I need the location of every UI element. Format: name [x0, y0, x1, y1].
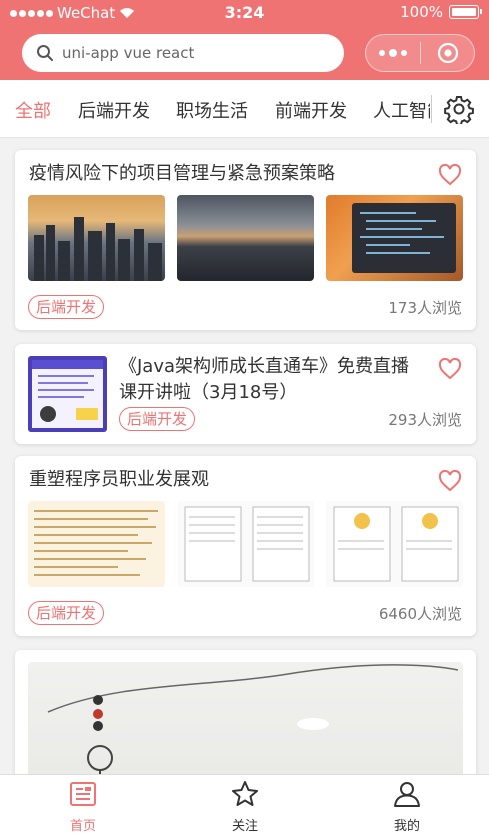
article-thumbnail: [28, 356, 107, 432]
article-card[interactable]: 重塑程序员职业发展观 后端开发 6460人浏览: [15, 456, 476, 636]
more-menu-button[interactable]: [366, 48, 420, 57]
tabs-divider: [431, 95, 432, 123]
search-input[interactable]: uni-app vue react: [22, 34, 344, 72]
article-title: 《Java架构师成长直通车》免费直播课开讲啦（3月18号）: [119, 356, 410, 403]
tab-career[interactable]: 职场生活: [176, 97, 248, 123]
view-count: 173人浏览: [388, 299, 462, 317]
article-thumbnail: [177, 195, 314, 281]
tabbar-profile-label: 我的: [393, 819, 420, 833]
article-title: 疫情风险下的项目管理与紧急预案策略: [29, 163, 335, 184]
search-placeholder: uni-app vue react: [62, 44, 195, 62]
favorite-button[interactable]: [438, 163, 462, 190]
article-thumbnail: [177, 501, 314, 587]
battery-percent: 100%: [400, 3, 443, 21]
tab-scroll[interactable]: 全部 后端开发 职场生活 前端开发 人工智能: [0, 80, 430, 138]
favorite-button[interactable]: [438, 469, 462, 496]
header: WeChat 3:24 100% uni-app vue react: [0, 0, 489, 80]
heart-icon: [438, 163, 462, 186]
article-thumbnail: [28, 501, 165, 587]
tabbar-follow[interactable]: 关注: [185, 779, 305, 833]
tabbar-follow-label: 关注: [231, 819, 258, 833]
status-bar: WeChat 3:24 100%: [0, 0, 489, 26]
view-count: 6460人浏览: [378, 605, 462, 623]
home-icon: [70, 782, 96, 806]
close-miniprogram-button[interactable]: [421, 42, 474, 64]
article-thumbnail: [28, 195, 165, 281]
tabbar-home[interactable]: 首页: [23, 779, 143, 833]
article-thumbnail: [326, 501, 463, 587]
article-card[interactable]: [15, 650, 476, 774]
target-icon: [437, 42, 458, 64]
heart-icon: [438, 357, 462, 380]
category-tabs: 全部 后端开发 职场生活 前端开发 人工智能: [0, 80, 489, 138]
search-icon: [37, 45, 53, 61]
category-tag[interactable]: 后端开发: [119, 407, 196, 431]
article-card[interactable]: 疫情风险下的项目管理与紧急预案策略 后端开发 173人浏览: [15, 150, 476, 330]
tab-settings-button[interactable]: [444, 94, 474, 128]
gear-icon: [444, 96, 474, 126]
battery-icon: [449, 5, 482, 19]
category-tag[interactable]: 后端开发: [28, 601, 105, 625]
favorite-button[interactable]: [438, 357, 462, 384]
article-cover-image: [28, 662, 463, 774]
miniprogram-capsule: [365, 34, 475, 72]
tabbar-home-label: 首页: [69, 819, 96, 833]
user-icon: [394, 782, 420, 807]
category-tag[interactable]: 后端开发: [28, 295, 105, 319]
bottom-tab-bar: 首页 关注 我的: [0, 774, 489, 833]
tab-frontend[interactable]: 前端开发: [275, 97, 347, 123]
tabbar-profile[interactable]: 我的: [347, 779, 467, 833]
tab-backend[interactable]: 后端开发: [78, 97, 150, 123]
article-thumbnail: [326, 195, 463, 281]
tab-ai[interactable]: 人工智能: [373, 97, 430, 123]
star-icon: [232, 781, 258, 806]
article-title: 重塑程序员职业发展观: [29, 469, 209, 490]
tab-all[interactable]: 全部: [15, 97, 51, 123]
view-count: 293人浏览: [388, 411, 462, 429]
article-feed[interactable]: 疫情风险下的项目管理与紧急预案策略 后端开发 173人浏览 《Java架构师成长…: [0, 138, 489, 774]
article-card[interactable]: 《Java架构师成长直通车》免费直播课开讲啦（3月18号） 后端开发 293人浏…: [15, 344, 476, 444]
heart-icon: [438, 469, 462, 492]
